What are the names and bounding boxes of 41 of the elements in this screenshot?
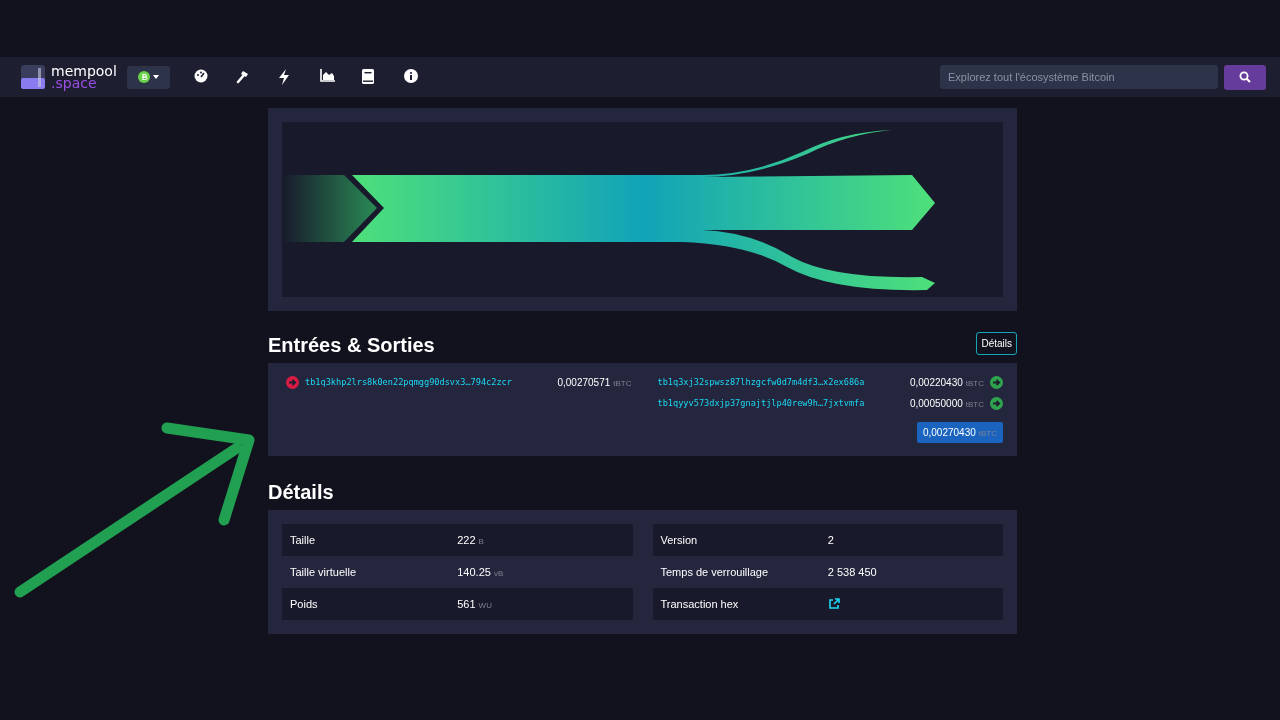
search-field[interactable]: Explorez tout l'écosystème Bitcoin <box>940 65 1218 89</box>
caret-icon <box>152 75 159 79</box>
logo-icon[interactable] <box>21 65 45 89</box>
nav-button[interactable] <box>193 69 210 85</box>
amount-text: 0,00220430 tBTC <box>909 376 984 388</box>
section-title: Détails <box>268 481 334 504</box>
address-link[interactable]: tb1q3xj32spwsz87lhzgcfw0d7m4df3…x2ex686a <box>657 377 865 387</box>
nav-button[interactable] <box>319 69 336 85</box>
detail-label: Temps de verrouillage <box>660 566 770 578</box>
detail-label: Version <box>660 534 699 546</box>
chart-icon <box>319 69 335 82</box>
search-button[interactable] <box>1224 64 1266 90</box>
gauge-icon <box>193 69 208 83</box>
detail-label: Taille <box>290 534 317 546</box>
detail-value: 561 WU <box>457 598 493 610</box>
output-arrow-icon[interactable] <box>990 396 1003 410</box>
section-title: Entrées & Sorties <box>268 334 435 357</box>
network-selector[interactable] <box>126 65 170 89</box>
detail-value: 222 B <box>457 534 485 546</box>
details-button[interactable]: Détails <box>976 332 1017 355</box>
total-amount-badge: 0,00270430 tBTC <box>916 422 1003 443</box>
detail-label: Transaction hex <box>660 598 740 610</box>
address-link[interactable]: tb1qyyv573dxjp37gnajtjlp40rew9h…7jxtvmfa <box>657 398 865 408</box>
external-link-icon[interactable] <box>827 598 840 610</box>
lightning-icon <box>277 69 290 85</box>
logo-text[interactable]: mempool <box>51 65 117 77</box>
detail-label: Taille virtuelle <box>290 566 358 578</box>
address-link[interactable]: tb1q3khp2lrs8k0en22pqmgg90dsvx3…794c2zcr <box>305 377 512 387</box>
detail-value: 2 538 450 <box>827 566 878 578</box>
output-arrow-icon[interactable] <box>990 375 1003 389</box>
book-icon <box>361 69 374 84</box>
nav-button[interactable] <box>403 69 420 85</box>
search-icon <box>1239 71 1251 83</box>
input-arrow-icon[interactable] <box>286 375 299 389</box>
amount-text: 0,00050000 tBTC <box>909 397 984 409</box>
bitcoin-icon <box>137 71 150 83</box>
amount-text: 0,00270571 tBTC <box>557 376 632 388</box>
detail-value: 2 <box>827 534 835 546</box>
detail-value: 140.25 vB <box>457 566 505 578</box>
info-icon <box>403 69 418 83</box>
detail-label: Poids <box>290 598 319 610</box>
